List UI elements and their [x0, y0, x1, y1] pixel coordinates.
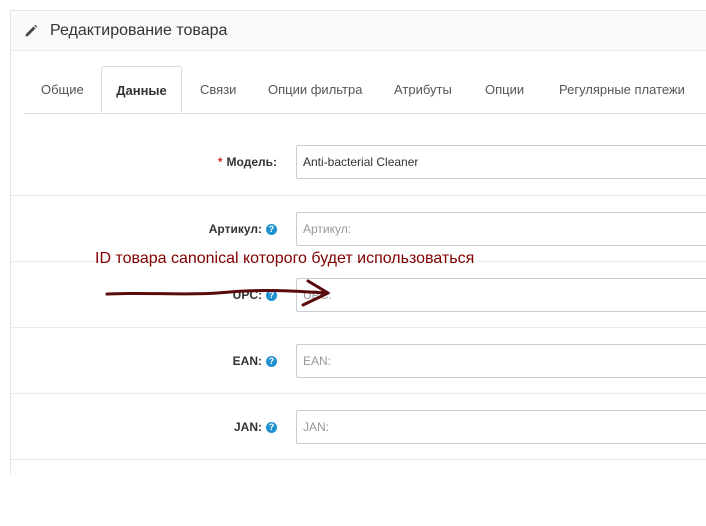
form-row-model: * Модель:: [11, 129, 706, 195]
model-label: * Модель:: [218, 129, 277, 195]
question-icon[interactable]: ?: [266, 223, 277, 235]
upc-label-text: UPC:: [232, 288, 262, 302]
question-icon[interactable]: ?: [266, 289, 277, 301]
annotation-text: ID товара canonical которого будет испол…: [95, 250, 475, 267]
ean-input[interactable]: [296, 344, 706, 378]
ean-label-text: EAN:: [232, 354, 262, 368]
pencil-icon: [25, 24, 38, 36]
tab-filter-options[interactable]: Опции фильтра: [268, 66, 362, 113]
ean-label: EAN: ?: [233, 328, 277, 394]
form-row-next: [11, 459, 706, 526]
jan-label: JAN: ?: [234, 394, 277, 460]
model-label-text: Модель:: [226, 155, 277, 169]
page-title: Редактирование товара: [50, 21, 228, 39]
tab-attributes[interactable]: Атрибуты: [394, 66, 452, 113]
sku-input[interactable]: [296, 212, 706, 246]
question-icon[interactable]: ?: [266, 421, 277, 433]
tab-options[interactable]: Опции: [485, 66, 524, 113]
jan-input[interactable]: [296, 410, 706, 444]
tab-general[interactable]: Общие: [41, 66, 84, 113]
jan-label-text: JAN:: [233, 420, 262, 434]
tab-data[interactable]: Данные: [101, 66, 182, 113]
sku-label-text: Артикул:: [208, 222, 262, 236]
question-icon[interactable]: ?: [266, 355, 277, 367]
form-row-ean: EAN: ?: [11, 327, 706, 394]
product-edit-panel: Редактирование товара Общие Данные Связи…: [10, 10, 706, 474]
required-mark: *: [217, 155, 223, 169]
panel-heading: Редактирование товара: [11, 11, 706, 51]
tab-recurring-payments[interactable]: Регулярные платежи: [559, 66, 685, 113]
model-input[interactable]: [296, 145, 706, 179]
tab-bar: Общие Данные Связи Опции фильтра Атрибут…: [24, 66, 706, 114]
form-row-upc: UPC: ?: [11, 261, 706, 328]
form-row-jan: JAN: ?: [11, 393, 706, 460]
tab-links[interactable]: Связи: [200, 66, 236, 113]
upc-input[interactable]: [296, 278, 706, 312]
upc-label: UPC: ?: [233, 262, 277, 328]
